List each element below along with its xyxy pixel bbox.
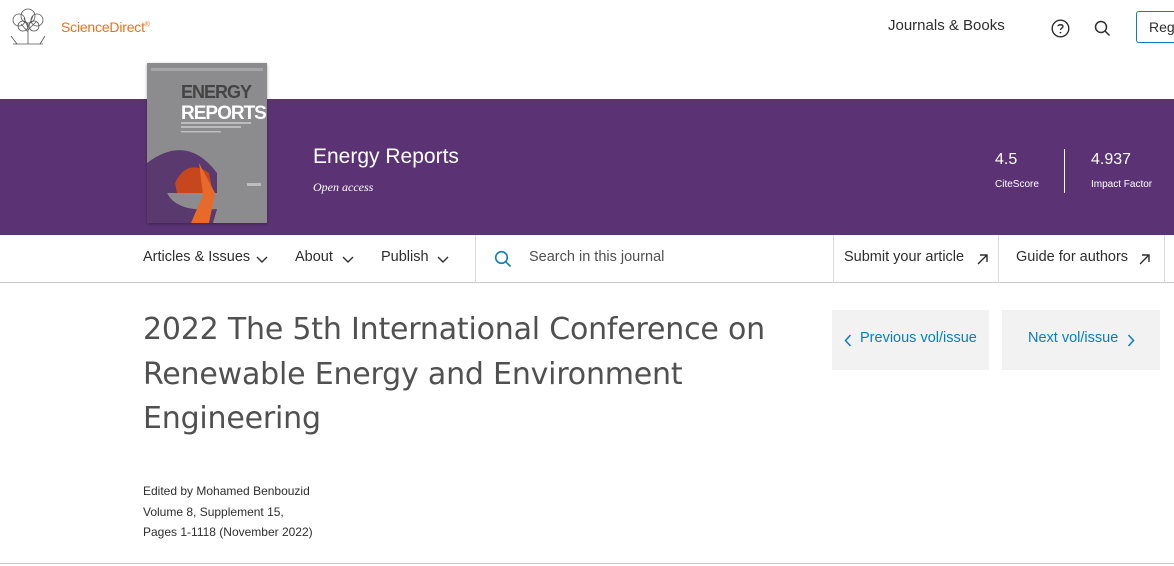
brand-mark: ®: [144, 21, 150, 29]
nav-divider: [998, 235, 999, 283]
nav-divider: [1164, 235, 1165, 283]
publish-label: Publish: [381, 249, 429, 265]
nav-divider: [475, 235, 476, 283]
issue-pages: Pages 1-1118 (November 2022): [143, 525, 313, 539]
journal-title[interactable]: Energy Reports: [313, 145, 459, 169]
issue-title: 2022 The 5th International Conference on…: [143, 312, 765, 436]
chevron-down-icon[interactable]: [256, 256, 268, 264]
chevron-right-icon: [1127, 334, 1135, 347]
next-issue-button[interactable]: Next vol/issue: [1002, 310, 1160, 370]
metric-divider: [1064, 149, 1065, 193]
nav-divider: [833, 235, 834, 283]
chevron-down-icon[interactable]: [342, 256, 354, 264]
search-icon[interactable]: [1094, 20, 1111, 37]
sciencedirect-logo[interactable]: ScienceDirect®: [61, 19, 150, 35]
previous-issue-label: Previous vol/issue: [860, 330, 977, 346]
journal-nav: Articles & Issues About Publish Search i…: [0, 235, 1174, 283]
register-button[interactable]: Reg: [1136, 11, 1174, 43]
cover-title-line1: ENERGY: [181, 82, 252, 102]
journal-cover-image[interactable]: ENERGY REPORTS: [147, 63, 267, 223]
submit-article-link[interactable]: Submit your article: [844, 249, 964, 265]
journal-search-input[interactable]: Search in this journal: [529, 249, 809, 265]
chevron-left-icon: [844, 334, 852, 347]
help-icon[interactable]: [1051, 19, 1070, 38]
section-divider: [0, 563, 1174, 564]
articles-issues-label: Articles & Issues: [143, 249, 251, 265]
impact-factor-value: 4.937: [1091, 151, 1132, 168]
submit-article-label: Submit your article: [844, 249, 965, 265]
articles-issues-menu[interactable]: Articles & Issues: [143, 249, 250, 265]
open-access-label: Open access: [313, 180, 374, 194]
about-label: About: [295, 249, 333, 265]
journals-books-link[interactable]: Journals & Books: [888, 17, 1005, 34]
citescore-label[interactable]: CiteScore: [995, 179, 1039, 190]
search-icon[interactable]: [494, 250, 512, 268]
brand-name: ScienceDirect: [61, 19, 145, 35]
issue-editor: Edited by Mohamed Benbouzid: [143, 484, 310, 498]
issue-volume: Volume 8, Supplement 15,: [143, 505, 284, 519]
external-arrow-icon: [1139, 254, 1150, 265]
previous-issue-button[interactable]: Previous vol/issue: [832, 310, 989, 370]
site-header: ScienceDirect® Journals & Books Reg: [0, 0, 1174, 64]
citescore-value: 4.5: [995, 151, 1018, 168]
chevron-down-icon[interactable]: [437, 256, 449, 264]
impact-factor-label[interactable]: Impact Factor: [1091, 179, 1152, 190]
about-menu[interactable]: About: [295, 249, 333, 265]
next-issue-label: Next vol/issue: [1028, 330, 1119, 346]
external-arrow-icon: [977, 254, 988, 265]
publish-menu[interactable]: Publish: [381, 249, 429, 265]
cover-title-line2: REPORTS: [181, 103, 266, 124]
guide-authors-link[interactable]: Guide for authors: [1016, 249, 1128, 265]
guide-authors-label: Guide for authors: [1016, 249, 1129, 265]
elsevier-tree-icon[interactable]: [7, 8, 49, 46]
